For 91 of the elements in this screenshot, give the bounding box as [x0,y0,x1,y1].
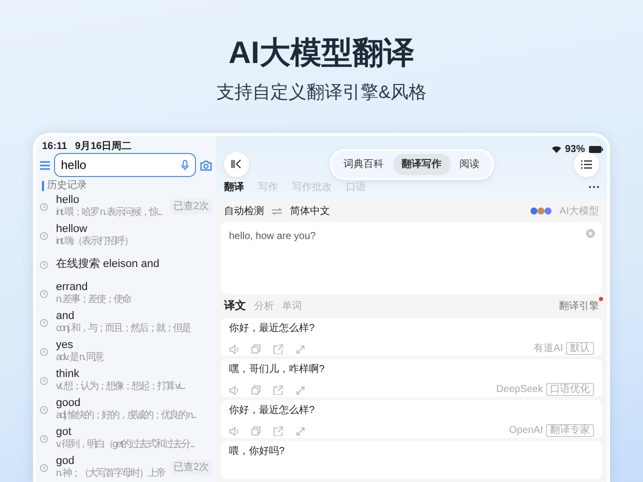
swap-icon[interactable] [272,208,282,215]
status-date: 9月16日周二 [75,140,132,152]
history-item[interactable]: got v. 得到，明白（get的过去式和过去分... [36,424,216,453]
engine-tag: 默认 [566,342,594,355]
headline: AI大模型翻译 [228,34,416,72]
history-word: think [56,368,80,380]
history-word: got [56,426,72,439]
history-word: errand [56,281,89,294]
wifi-icon [552,146,561,153]
result-text: 你好，最近怎么样? [229,323,316,335]
history-item[interactable]: errand n. 差事；差使；使命 [36,279,216,308]
history-item[interactable]: yes adv. 是 n. 同意 [36,337,216,366]
microphone-icon[interactable] [181,160,189,170]
mode-tab[interactable]: 词典百科 [334,154,392,174]
clock-icon [40,232,48,240]
more-icon[interactable] [589,186,599,188]
collapse-sidebar-button[interactable] [224,152,249,176]
history-word: god [56,455,76,468]
lookup-count: 已查2次 [170,199,212,214]
clock-icon [40,464,48,472]
clock-icon [40,406,48,414]
history-word: good [56,397,82,410]
clock-icon [40,290,48,298]
battery-percent: 93% [564,143,585,157]
history-definition: adj. 愉快的；好的，虔诚的；优良的 n... [56,410,198,422]
input-field[interactable]: hello, how are you? [221,222,602,294]
mode-tab[interactable]: 阅读 [450,154,488,174]
engine-tag: 口语优化 [546,383,594,396]
clear-icon[interactable] [586,229,595,238]
history-word: yes [56,339,74,352]
history-item[interactable]: think vt. 想；认为；想像；想起；打算 vi.... [36,366,216,395]
collapse-icon [231,159,242,169]
history-item[interactable]: 在线搜索 eleison and [36,250,216,279]
camera-icon[interactable] [200,160,212,170]
copy-icon[interactable] [251,344,261,354]
mode-tab[interactable]: 翻译写作 [392,154,450,174]
result-text: 你好，最近怎么样? [229,405,316,417]
history-definition: vt. 想；认为；想像；想起；打算 vi.... [56,381,186,393]
share-icon[interactable] [273,384,283,394]
engine-label: AI大模型 [560,204,599,219]
share-icon[interactable] [273,344,283,354]
search-field[interactable]: hello [54,153,196,177]
engine-link[interactable]: 翻译引擎 [559,299,599,314]
history-item[interactable]: good adj. 愉快的；好的，虔诚的；优良的 n... [36,395,216,424]
expand-icon[interactable] [295,426,305,436]
clock-icon [40,318,48,326]
history-word: 在线搜索 eleison and [56,258,160,271]
list-menu-button[interactable] [574,152,599,176]
clock-icon [40,376,48,384]
target-language-dropdown[interactable]: 简体中文 [290,204,330,219]
speaker-icon[interactable] [229,384,239,394]
expand-icon[interactable] [295,344,305,354]
clock-icon [40,434,48,442]
history-definition: int. 嗨（表示打招呼） [56,236,134,248]
engine-name: 有道AI [534,342,563,356]
speaker-icon[interactable] [229,426,239,436]
result-tab[interactable]: 译文 [224,298,246,314]
clock-icon [40,348,48,356]
result-text: 喂，你好吗? [229,446,286,458]
clock-icon [40,260,48,268]
history-item[interactable]: and conj. 和，与；而且；然后；就；但是 [36,308,216,337]
engine-tag: 翻译专家 [546,424,594,437]
history-definition: adv. 是 n. 同意 [56,352,104,364]
feature-tab[interactable]: 翻译 [224,180,244,195]
history-word: and [56,310,76,322]
history-definition: conj. 和，与；而且；然后；就；但是 [56,323,192,335]
engine-name: DeepSeek [496,383,543,397]
history-definition: v. 得到，明白（get的过去式和过去分... [56,439,196,451]
speaker-icon[interactable] [229,344,239,354]
subheadline: 支持自定义翻译引擎&风格 [216,81,426,104]
history-item[interactable]: hellow int. 嗨（表示打招呼） [36,221,216,250]
history-item[interactable]: hello int. 喂；哈罗 n. 表示问候，惊... 已查2次 [36,192,216,221]
engine-name: OpenAI [509,424,543,438]
menu-icon[interactable] [40,160,50,170]
history-word: hello [56,194,80,207]
battery-icon [589,146,603,153]
source-language-dropdown[interactable]: 自动检测 [224,204,264,219]
history-definition: n. 差事；差使；使命 [56,294,132,306]
history-word: hellow [56,223,88,236]
share-icon[interactable] [273,426,283,436]
lookup-count: 已查2次 [170,460,212,475]
expand-icon[interactable] [295,384,305,394]
history-definition: n. 神；（大写首字母时）上帝 [56,468,166,480]
history-definition: int. 喂；哈罗 n. 表示问候，惊... [56,207,163,219]
copy-icon[interactable] [251,426,261,436]
list-icon [581,160,592,168]
clock-icon [40,202,48,210]
copy-icon[interactable] [251,384,261,394]
status-time: 16:11 [42,140,68,152]
model-logos-icon [530,207,552,216]
result-text: 嘿，哥们儿，咋样啊? [229,364,326,376]
